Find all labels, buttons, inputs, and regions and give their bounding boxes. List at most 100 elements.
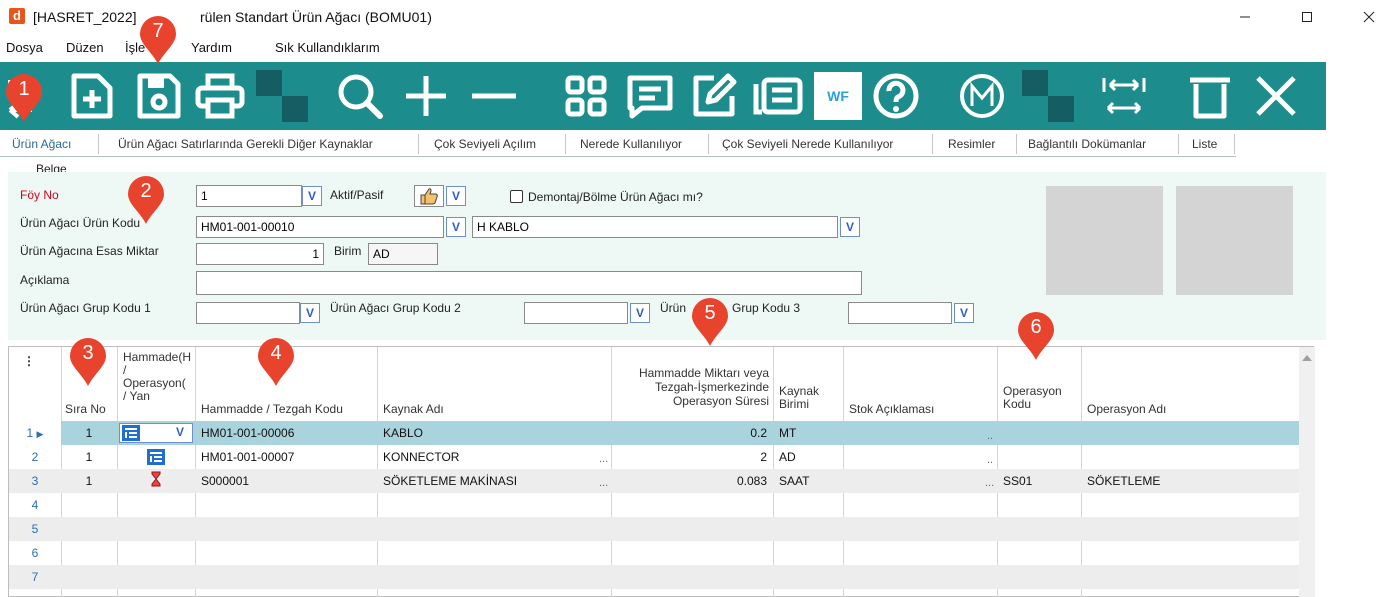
grup-kodu-3-field[interactable] [848,302,952,324]
maximize-icon [1302,12,1312,22]
minimize-button[interactable] [1222,0,1268,34]
cell-kaynak-adi[interactable]: KONNECTOR [383,445,583,469]
table-row[interactable]: 5 [9,517,1299,541]
tab-underline [0,156,1236,157]
cell-kaynak-birimi[interactable]: MT [779,421,839,445]
menu-duzen[interactable]: Düzen [66,40,104,55]
save-icon[interactable] [132,70,184,122]
window-title-rest: rülen Standart Ürün Ağacı (BOMU01) [200,9,432,25]
tab-liste[interactable]: Liste [1192,131,1217,157]
row-number: 7 [31,570,39,584]
type-dropdown-icon[interactable]: V [176,425,184,439]
message-icon[interactable] [624,70,676,122]
toolbar: WF [0,62,1326,130]
cell-hammadde-kodu[interactable]: S000001 [201,469,371,493]
table-row[interactable]: 2 1 HM01-001-00007 KONNECTOR ... 2 AD .. [9,445,1299,469]
cell-kaynak-adi[interactable]: KABLO [383,421,603,445]
cell-miktar[interactable]: 0.083 [613,469,767,493]
column-resize-icon[interactable] [1098,70,1150,122]
cell-kaynak-birimi[interactable]: SAAT [779,469,839,493]
search-icon[interactable] [334,70,386,122]
esas-miktar-field[interactable]: 1 [196,243,324,265]
grup-kodu-2-field[interactable] [524,302,628,324]
birim-field[interactable]: AD [368,243,438,265]
grup-kodu-2-dropdown-button[interactable]: V [630,303,650,323]
scroll-up-icon[interactable] [1299,351,1315,365]
hourglass-icon [151,471,161,487]
cell-stok-aciklama-ellipsis[interactable]: .. [987,430,993,442]
foy-no-field[interactable]: 1 [196,185,302,207]
close-form-icon[interactable] [1250,70,1302,122]
cell-operasyon-kodu[interactable]: SS01 [1003,469,1079,493]
cell-hammadde-kodu[interactable]: HM01-001-00007 [201,445,371,469]
callout-marker: 7 [138,14,178,66]
urun-kodu-dropdown-button[interactable]: V [446,217,466,237]
tab-cok-seviyeli-acilim[interactable]: Çok Seviyeli Açılım [434,131,536,157]
tab-cok-seviyeli-nerede[interactable]: Çok Seviyeli Nerede Kullanılıyor [722,131,893,157]
urun-adi-dropdown-button[interactable]: V [840,217,860,237]
list-icon[interactable] [752,70,804,122]
aktif-pasif-field[interactable] [414,185,444,207]
menu-dosya[interactable]: Dosya [6,40,43,55]
grup-kodu-1-field[interactable] [196,302,300,324]
cell-miktar[interactable]: 2 [613,445,767,469]
cell-type-select[interactable]: V [119,423,193,443]
menu-bar: Dosya Düzen İşle Yardım Sık Kullandıklar… [0,36,1400,60]
grid-vertical-scrollbar[interactable] [1299,347,1315,597]
close-window-button[interactable] [1346,0,1392,34]
cell-kaynak-adi-ellipsis[interactable]: ... [599,477,608,489]
tab-nerede-kullaniliyor[interactable]: Nerede Kullanılıyor [580,131,682,157]
print-icon[interactable] [194,70,246,122]
cell-sira-no[interactable]: 1 [61,445,117,469]
urun-adi-field[interactable]: H KABLO [472,216,838,238]
cell-stok-aciklama-ellipsis[interactable]: .. [987,454,993,466]
cell-miktar[interactable]: 0.2 [613,421,767,445]
image-placeholder-2 [1176,186,1293,295]
tab-baglantili-dokumanlar[interactable]: Bağlantılı Dokümanlar [1028,131,1146,157]
workflow-icon[interactable]: WF [814,72,862,120]
cell-operasyon-adi[interactable]: SÖKETLEME [1087,469,1287,493]
table-row[interactable]: 3 1 S000001 SÖKETLEME MAKİNASI ... 0.083… [9,469,1299,493]
tab-bar: Ürün Ağacı Ürün Ağacı Satırlarında Gerek… [0,131,1400,157]
remove-icon[interactable] [468,70,520,122]
delete-icon[interactable] [1184,70,1236,122]
maximize-button[interactable] [1284,0,1330,34]
table-row[interactable]: 1 ▶ 1 V HM01-001-00006 KABLO 0.2 MT .. [9,421,1299,445]
aktif-pasif-dropdown-button[interactable]: V [446,186,466,206]
cell-kaynak-adi-ellipsis[interactable]: ... [599,453,608,465]
cell-kaynak-adi[interactable]: SÖKETLEME MAKİNASI [383,469,583,493]
menu-yardim[interactable]: Yardım [191,40,232,55]
grup-kodu-3-dropdown-button[interactable]: V [954,303,974,323]
demontaj-checkbox[interactable] [510,190,523,203]
row-number: 5 [31,522,39,536]
aciklama-field[interactable] [196,271,862,295]
checker-pattern-icon [256,70,308,122]
table-row[interactable]: 6 [9,541,1299,565]
grid-options-icon[interactable]: ⋮ [23,355,35,431]
cell-sira-no[interactable]: 1 [61,469,117,493]
help-icon[interactable] [870,70,922,122]
new-document-icon[interactable] [66,70,118,122]
menu-sik-kullandiklarim[interactable]: Sık Kullandıklarım [275,40,380,55]
aktif-pasif-label: Aktif/Pasif [330,188,384,202]
grid-view-icon[interactable] [560,70,612,122]
urun-kodu-label: Ürün Ağacı Ürün Kodu [20,216,141,230]
esas-miktar-label: Ürün Ağacına Esas Miktar [20,244,159,258]
grup-kodu-1-dropdown-button[interactable]: V [300,303,320,323]
add-icon[interactable] [400,70,452,122]
table-row[interactable]: 4 [9,493,1299,517]
tab-resimler[interactable]: Resimler [948,131,995,157]
cell-sira-no[interactable]: 1 [61,421,117,445]
urun-kodu-field[interactable]: HM01-001-00010 [196,216,444,238]
tab-diger-kaynaklar[interactable]: Ürün Ağacı Satırlarında Gerekli Diğer Ka… [118,131,373,157]
edit-icon[interactable] [688,70,740,122]
tab-urun-agaci[interactable]: Ürün Ağacı [12,131,71,157]
callout-marker: 5 [690,296,730,348]
table-row[interactable]: 7 [9,565,1299,589]
cell-stok-aciklama-ellipsis[interactable]: ... [985,477,994,489]
cell-hammadde-kodu[interactable]: HM01-001-00006 [201,421,371,445]
cell-kaynak-birimi[interactable]: AD [779,445,839,469]
m-icon[interactable] [956,70,1008,122]
foy-no-dropdown-button[interactable]: V [302,186,322,206]
birim-label: Birim [334,244,362,258]
